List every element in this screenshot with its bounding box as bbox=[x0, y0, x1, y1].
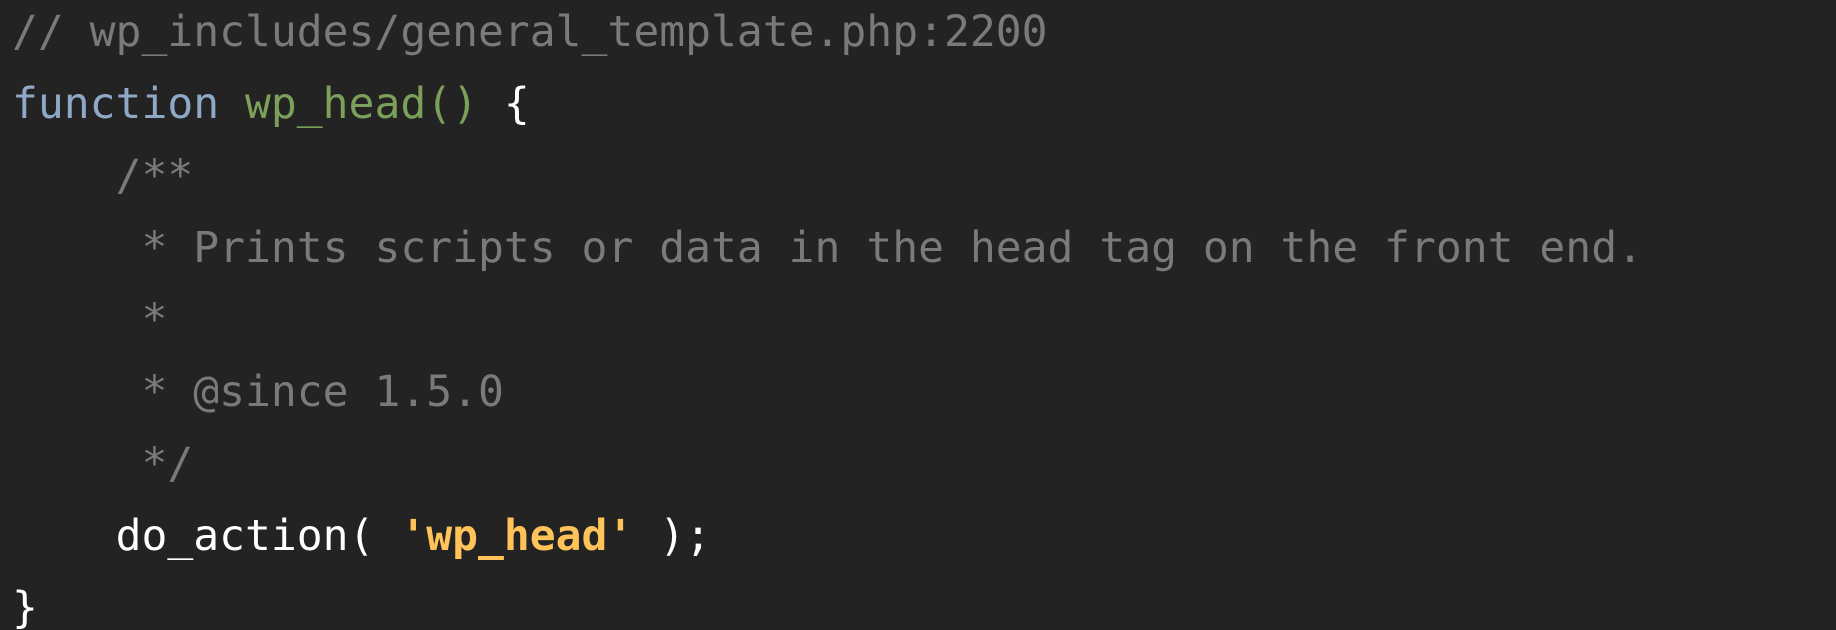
code-editor: // wp_includes/general_template.php:2200… bbox=[0, 0, 1836, 630]
code-line-5: * bbox=[12, 284, 167, 356]
doc-comment-close: */ bbox=[115, 439, 194, 489]
hook-name-string: 'wp_head' bbox=[400, 511, 634, 561]
function-params: () bbox=[426, 79, 478, 129]
function-keyword: function bbox=[12, 79, 220, 129]
code-line-2: function wp_head() { bbox=[12, 68, 530, 140]
doc-comment-open: /** bbox=[115, 151, 194, 201]
doc-comment-since: * @since 1.5.0 bbox=[115, 367, 504, 417]
call-close: ); bbox=[633, 511, 712, 561]
doc-comment-blank: * bbox=[115, 295, 168, 345]
open-brace: { bbox=[503, 79, 530, 129]
code-line-9: } bbox=[12, 572, 38, 630]
code-line-3: /** bbox=[12, 140, 194, 212]
doc-comment-description: * Prints scripts or data in the head tag… bbox=[115, 223, 1643, 273]
code-line-8: do_action( 'wp_head' ); bbox=[12, 500, 711, 572]
code-line-4: * Prints scripts or data in the head tag… bbox=[12, 212, 1643, 284]
code-line-1: // wp_includes/general_template.php:2200 bbox=[12, 0, 1048, 68]
file-path-comment: // wp_includes/general_template.php:2200 bbox=[12, 7, 1048, 57]
function-name: wp_head bbox=[245, 79, 427, 129]
close-brace: } bbox=[12, 583, 38, 630]
code-line-6: * @since 1.5.0 bbox=[12, 356, 504, 428]
code-line-7: */ bbox=[12, 428, 193, 500]
do-action-call: do_action( bbox=[115, 511, 375, 561]
